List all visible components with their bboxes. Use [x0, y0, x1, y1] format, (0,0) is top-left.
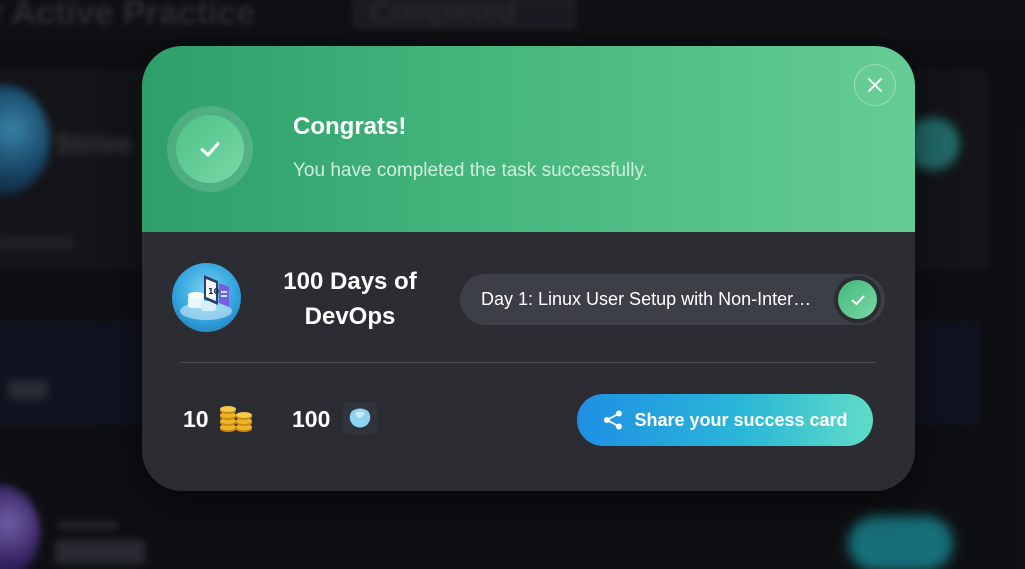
task-selector[interactable]: Day 1: Linux User Setup with Non-Interac… — [460, 274, 885, 325]
share-button-label: Share your success card — [634, 409, 848, 430]
check-icon — [176, 115, 244, 183]
modal-header: Congrats! You have completed the task su… — [142, 46, 915, 232]
success-badge — [167, 106, 253, 192]
share-icon — [604, 410, 623, 430]
divider — [179, 362, 876, 363]
gem-icon — [343, 402, 377, 434]
close-icon — [868, 78, 882, 92]
course-logo: 100 — [172, 263, 241, 332]
course-name: 100 Days of DevOps — [283, 268, 417, 330]
modal-subtitle: You have completed the task successfully… — [293, 160, 648, 181]
coins-count: 10 — [183, 406, 209, 432]
success-modal: Congrats! You have completed the task su… — [142, 46, 915, 491]
share-success-card-button[interactable]: Share your success card — [577, 394, 873, 446]
check-icon — [838, 280, 877, 319]
close-button[interactable] — [854, 64, 896, 106]
task-status — [834, 276, 881, 323]
task-label: Day 1: Linux User Setup with Non-Interac… — [481, 289, 821, 309]
gems-count: 100 — [292, 406, 331, 432]
modal-title: Congrats! — [293, 113, 407, 140]
coins-icon — [220, 406, 252, 432]
